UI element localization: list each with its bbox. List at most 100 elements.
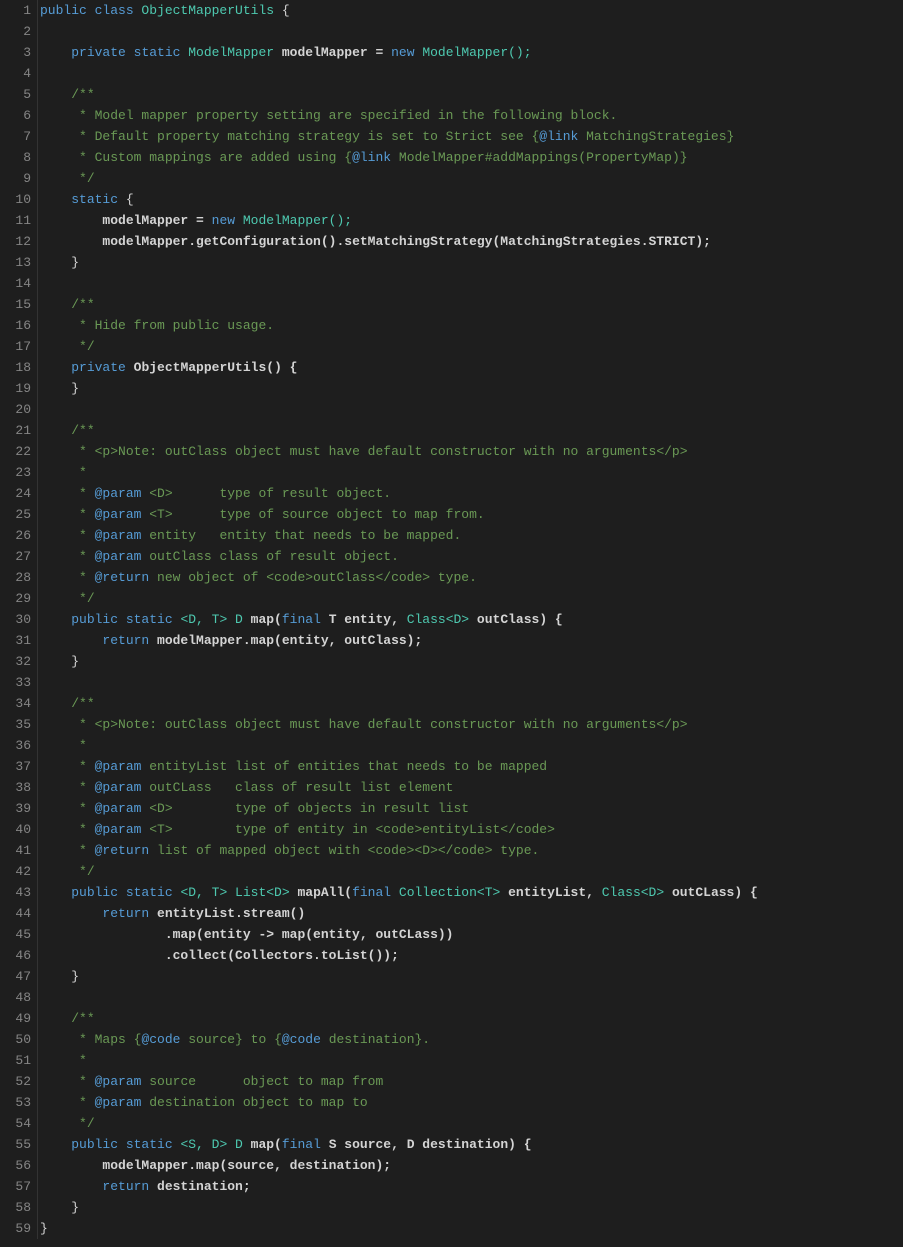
code-line[interactable]: * @param entityList list of entities tha… (40, 756, 903, 777)
line-number: 53 (0, 1092, 31, 1113)
line-number: 45 (0, 924, 31, 945)
code-line[interactable]: * @param <D> type of result object. (40, 483, 903, 504)
line-number: 50 (0, 1029, 31, 1050)
code-line[interactable]: return entityList.stream() (40, 903, 903, 924)
line-number: 16 (0, 315, 31, 336)
code-line[interactable]: /** (40, 420, 903, 441)
line-number: 21 (0, 420, 31, 441)
code-line[interactable]: /** (40, 1008, 903, 1029)
code-line[interactable]: * @param <D> type of objects in result l… (40, 798, 903, 819)
line-number: 13 (0, 252, 31, 273)
code-line[interactable]: * @param <T> type of entity in <code>ent… (40, 819, 903, 840)
code-line[interactable]: static { (40, 189, 903, 210)
line-number: 22 (0, 441, 31, 462)
line-number: 19 (0, 378, 31, 399)
code-line[interactable]: * Maps {@code source} to {@code destinat… (40, 1029, 903, 1050)
line-number: 46 (0, 945, 31, 966)
line-number: 27 (0, 546, 31, 567)
code-line[interactable]: * @return list of mapped object with <co… (40, 840, 903, 861)
code-line[interactable]: * @param outClass class of result object… (40, 546, 903, 567)
code-line[interactable]: /** (40, 84, 903, 105)
code-line[interactable]: /** (40, 693, 903, 714)
line-number: 6 (0, 105, 31, 126)
line-number: 17 (0, 336, 31, 357)
code-line[interactable]: * (40, 462, 903, 483)
code-line[interactable]: * Hide from public usage. (40, 315, 903, 336)
code-line[interactable] (40, 672, 903, 693)
code-line[interactable]: } (40, 651, 903, 672)
code-line[interactable]: * <p>Note: outClass object must have def… (40, 714, 903, 735)
code-line[interactable]: } (40, 966, 903, 987)
line-number: 42 (0, 861, 31, 882)
line-number: 32 (0, 651, 31, 672)
line-number: 4 (0, 63, 31, 84)
code-line[interactable]: public static <D, T> D map(final T entit… (40, 609, 903, 630)
code-line[interactable]: * Custom mappings are added using {@link… (40, 147, 903, 168)
code-line[interactable]: * @return new object of <code>outClass</… (40, 567, 903, 588)
code-line[interactable]: private static ModelMapper modelMapper =… (40, 42, 903, 63)
line-number: 48 (0, 987, 31, 1008)
code-line[interactable]: modelMapper.getConfiguration().setMatchi… (40, 231, 903, 252)
code-line[interactable]: } (40, 1218, 903, 1239)
code-line[interactable]: public class ObjectMapperUtils { (40, 0, 903, 21)
line-number: 44 (0, 903, 31, 924)
code-line[interactable]: */ (40, 168, 903, 189)
code-line[interactable]: modelMapper = new ModelMapper(); (40, 210, 903, 231)
line-number: 8 (0, 147, 31, 168)
code-line[interactable]: } (40, 1197, 903, 1218)
line-number: 34 (0, 693, 31, 714)
line-number: 38 (0, 777, 31, 798)
code-line[interactable]: * @param destination object to map to (40, 1092, 903, 1113)
code-line[interactable]: * (40, 735, 903, 756)
code-line[interactable]: return destination; (40, 1176, 903, 1197)
code-line[interactable]: * @param entity entity that needs to be … (40, 525, 903, 546)
code-line[interactable]: return modelMapper.map(entity, outClass)… (40, 630, 903, 651)
code-line[interactable]: * (40, 1050, 903, 1071)
line-number: 23 (0, 462, 31, 483)
line-number: 31 (0, 630, 31, 651)
code-line[interactable]: * Default property matching strategy is … (40, 126, 903, 147)
code-line[interactable]: */ (40, 861, 903, 882)
code-line[interactable] (40, 987, 903, 1008)
code-line[interactable] (40, 273, 903, 294)
code-line[interactable]: */ (40, 336, 903, 357)
code-line[interactable]: * @param outCLass class of result list e… (40, 777, 903, 798)
code-editor: 1234567891011121314151617181920212223242… (0, 0, 903, 1239)
line-number: 18 (0, 357, 31, 378)
code-line[interactable]: */ (40, 588, 903, 609)
code-content[interactable]: public class ObjectMapperUtils { private… (38, 0, 903, 1239)
code-line[interactable] (40, 21, 903, 42)
line-number-gutter: 1234567891011121314151617181920212223242… (0, 0, 38, 1239)
code-line[interactable]: * Model mapper property setting are spec… (40, 105, 903, 126)
code-line[interactable]: .collect(Collectors.toList()); (40, 945, 903, 966)
code-line[interactable]: * <p>Note: outClass object must have def… (40, 441, 903, 462)
code-line[interactable]: * @param source object to map from (40, 1071, 903, 1092)
code-line[interactable]: modelMapper.map(source, destination); (40, 1155, 903, 1176)
line-number: 58 (0, 1197, 31, 1218)
code-line[interactable] (40, 63, 903, 84)
code-line[interactable]: .map(entity -> map(entity, outCLass)) (40, 924, 903, 945)
code-line[interactable]: private ObjectMapperUtils() { (40, 357, 903, 378)
line-number: 55 (0, 1134, 31, 1155)
code-line[interactable]: public static <D, T> List<D> mapAll(fina… (40, 882, 903, 903)
line-number: 39 (0, 798, 31, 819)
code-line[interactable]: * @param <T> type of source object to ma… (40, 504, 903, 525)
line-number: 40 (0, 819, 31, 840)
code-line[interactable]: public static <S, D> D map(final S sourc… (40, 1134, 903, 1155)
line-number: 12 (0, 231, 31, 252)
line-number: 47 (0, 966, 31, 987)
code-line[interactable]: } (40, 252, 903, 273)
line-number: 43 (0, 882, 31, 903)
line-number: 24 (0, 483, 31, 504)
code-line[interactable] (40, 399, 903, 420)
code-line[interactable]: /** (40, 294, 903, 315)
line-number: 14 (0, 273, 31, 294)
line-number: 20 (0, 399, 31, 420)
line-number: 51 (0, 1050, 31, 1071)
code-line[interactable]: } (40, 378, 903, 399)
line-number: 36 (0, 735, 31, 756)
line-number: 35 (0, 714, 31, 735)
line-number: 1 (0, 0, 31, 21)
line-number: 9 (0, 168, 31, 189)
code-line[interactable]: */ (40, 1113, 903, 1134)
